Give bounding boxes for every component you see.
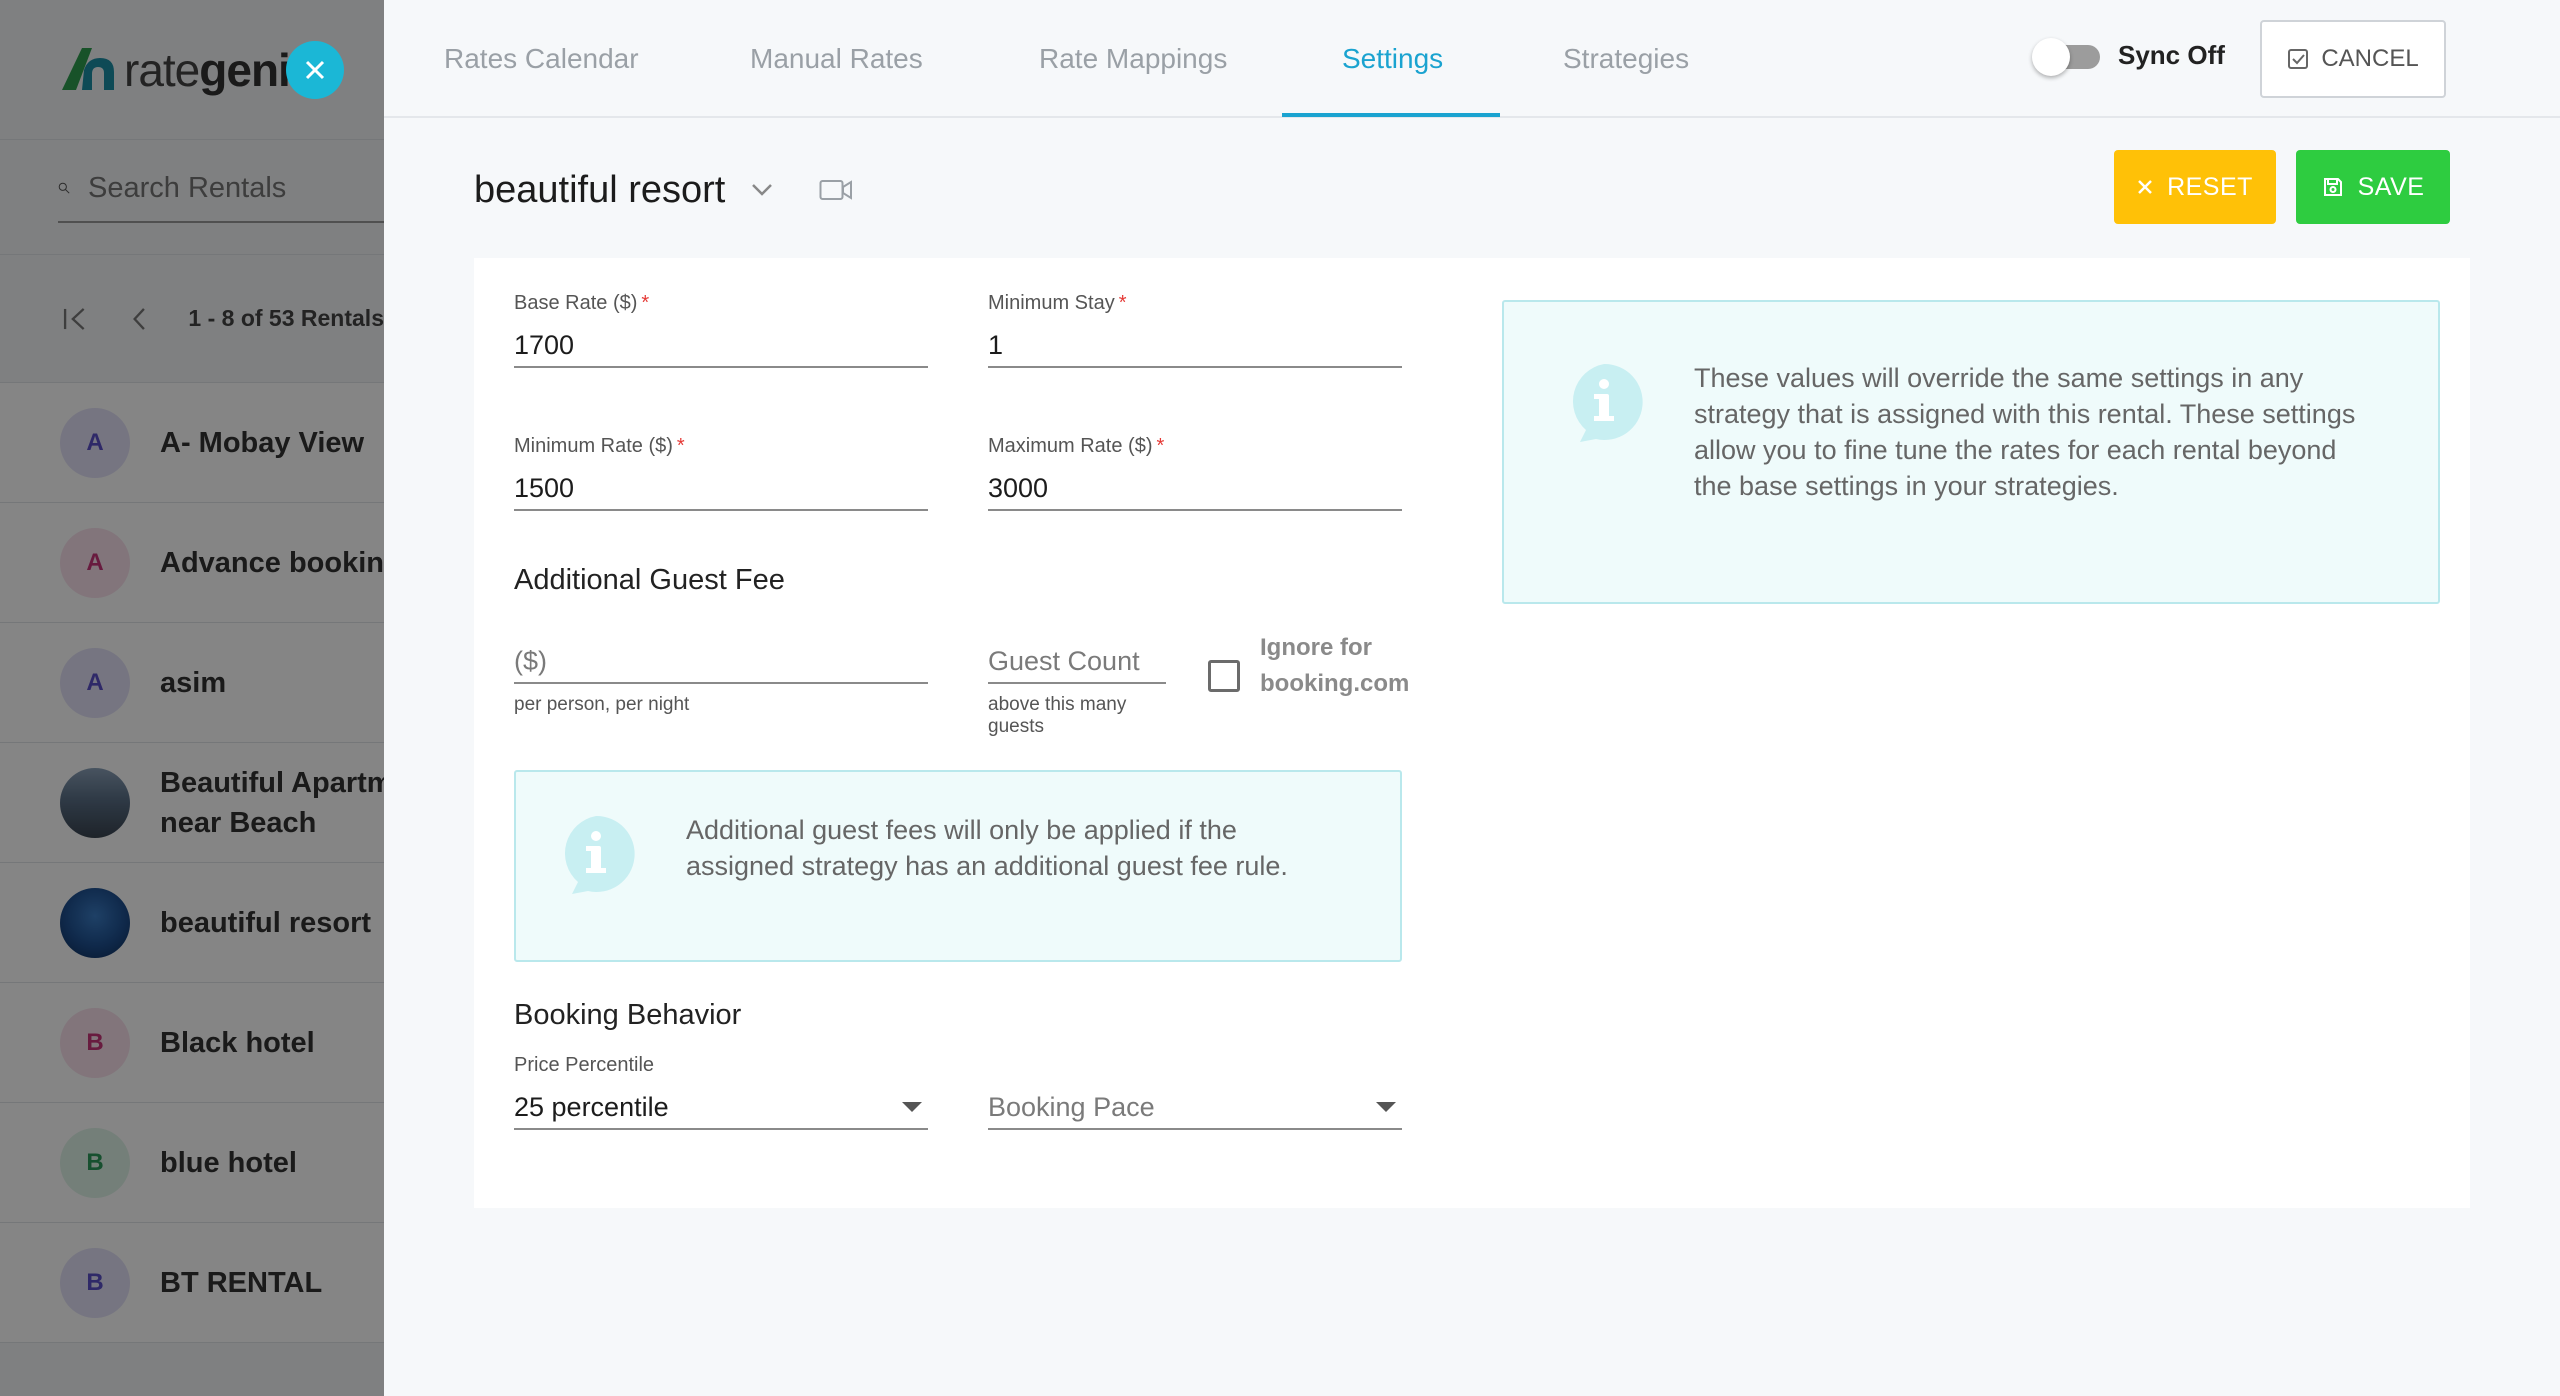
minimum-stay-field[interactable]: Minimum Stay * 1 — [988, 292, 1402, 368]
field-label: Base Rate ($) * — [514, 292, 650, 314]
video-icon[interactable] — [819, 179, 853, 201]
minimum-rate-field[interactable]: Minimum Rate ($) * 1500 — [514, 435, 928, 511]
maximum-rate-field[interactable]: Maximum Rate ($) * 3000 — [988, 435, 1402, 511]
override-info-box: These values will override the same sett… — [1502, 300, 2440, 604]
ignore-booking-label: Ignore for booking.com — [1260, 634, 1410, 697]
checkbox-outline-icon — [2288, 49, 2309, 69]
rental-title-row: beautiful resort — [474, 150, 853, 230]
tab-settings[interactable]: Settings — [1342, 0, 1443, 118]
guest-count-input[interactable]: Guest Count — [988, 640, 1166, 684]
reset-button[interactable]: RESET — [2114, 150, 2276, 224]
close-icon — [305, 60, 325, 80]
guest-fee-info-box: Additional guest fees will only be appli… — [514, 770, 1402, 962]
guest-fee-input[interactable]: ($) — [514, 640, 928, 684]
field-hint: above this many guests — [988, 694, 1127, 737]
tab-rate-mappings[interactable]: Rate Mappings — [1039, 0, 1227, 118]
tab-manual-rates[interactable]: Manual Rates — [750, 0, 923, 118]
toggle-knob — [2032, 38, 2070, 76]
save-label: SAVE — [2357, 172, 2425, 201]
cancel-button[interactable]: CANCEL — [2260, 20, 2446, 98]
guest-count-field[interactable]: Guest Count above this many guests — [988, 640, 1166, 738]
modal-backdrop[interactable] — [0, 0, 384, 1396]
booking-behavior-heading: Booking Behavior — [514, 999, 742, 1031]
minimum-stay-input[interactable]: 1 — [988, 324, 1402, 368]
booking-pace-select[interactable]: Booking Pace — [988, 1086, 1402, 1130]
minimum-rate-input[interactable]: 1500 — [514, 467, 928, 511]
base-rate-field[interactable]: Base Rate ($) * 1700 — [514, 292, 928, 368]
close-panel-button[interactable] — [286, 41, 344, 99]
field-label: Price Percentile — [514, 1054, 655, 1076]
caret-down-icon — [1376, 1102, 1396, 1112]
chevron-down-icon[interactable] — [751, 183, 773, 197]
price-percentile-select[interactable]: Price Percentile 25 percentile — [514, 1054, 928, 1130]
additional-guest-fee-heading: Additional Guest Fee — [514, 564, 785, 596]
info-icon — [1572, 363, 1643, 442]
caret-down-icon — [902, 1102, 922, 1112]
field-label: Minimum Stay * — [988, 292, 1127, 314]
guest-fee-info-text: Additional guest fees will only be appli… — [686, 815, 1288, 881]
top-tabs-bar: Rates Calendar Manual Rates Rate Mapping… — [384, 0, 2560, 118]
sync-toggle[interactable] — [2032, 38, 2102, 76]
field-hint: per person, per night — [514, 694, 690, 715]
booking-pace-value[interactable]: Booking Pace — [988, 1086, 1402, 1130]
close-icon — [2138, 180, 2152, 194]
reset-label: RESET — [2167, 172, 2253, 201]
settings-card: Base Rate ($) * 1700 Minimum Stay * 1 Mini… — [474, 258, 2470, 1208]
base-rate-input[interactable]: 1700 — [514, 324, 928, 368]
price-percentile-value[interactable]: 25 percentile — [514, 1086, 928, 1130]
maximum-rate-input[interactable]: 3000 — [988, 467, 1402, 511]
info-icon — [564, 815, 635, 894]
override-info-text: These values will override the same sett… — [1694, 363, 2356, 501]
field-label: Minimum Rate ($) * — [514, 435, 685, 457]
tab-rates-calendar[interactable]: Rates Calendar — [444, 0, 639, 118]
tab-strategies[interactable]: Strategies — [1563, 0, 1689, 118]
active-tab-indicator — [1282, 113, 1500, 117]
ignore-booking-checkbox[interactable] — [1208, 660, 1240, 692]
sync-label: Sync Off — [2118, 39, 2225, 70]
save-icon — [2323, 178, 2342, 196]
rental-settings-panel: Rates Calendar Manual Rates Rate Mapping… — [384, 0, 2560, 1396]
sync-toggle-group: Sync Off — [2032, 38, 2225, 76]
page-title: beautiful resort — [474, 168, 726, 211]
save-button[interactable]: SAVE — [2296, 150, 2450, 224]
field-label: Maximum Rate ($) * — [988, 435, 1165, 457]
guest-fee-field[interactable]: ($) per person, per night — [514, 640, 928, 716]
cancel-label: CANCEL — [2321, 45, 2419, 72]
